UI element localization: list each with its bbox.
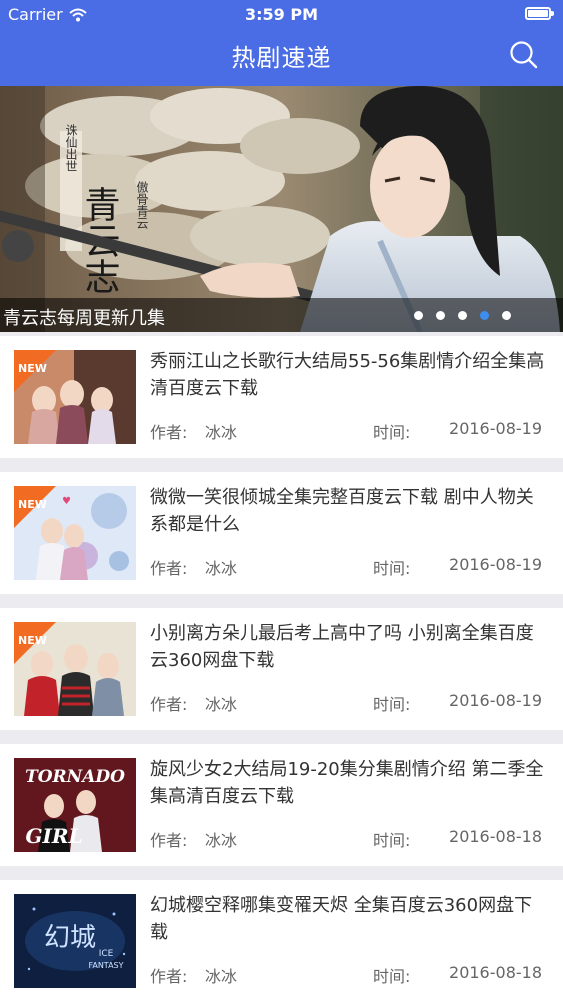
author-label: 作者: [150,695,188,714]
carousel-dot-active[interactable] [480,311,489,320]
new-badge: NEW [18,498,47,511]
article-date: 2016-08-19 [449,419,542,438]
poster-title: 幻城 [44,923,96,953]
article-date: 2016-08-19 [449,555,542,574]
battery-icon [525,7,554,20]
banner-carousel[interactable]: 诛仙出世 青云志 傲骨青云 青云志每周更新几集 [0,86,563,332]
article-meta: 作者: 冰冰 时间: 2016-08-19 [150,691,542,714]
app-screen: Carrier 3:59 PM 热剧速递 诛仙出世 傲骨青云 青云志每周更新几集… [0,0,563,1000]
article-item[interactable]: 幻城 ICE FANTASY 幻城樱空释哪集变罹天烬 全集百度云360网盘下载 … [0,880,563,1000]
banner-caption-bar: 青云志每周更新几集 [0,298,563,332]
svg-text:♥: ♥ [62,496,71,507]
author-label: 作者: [150,967,188,986]
banner-image: 诛仙出世 青云志 傲骨青云 [0,86,563,332]
article-thumbnail: ♥ NEW [14,486,136,580]
article-item[interactable]: ♥ NEW 微微一笑很倾城全集完整百度云下载 剧中人物关系都是什么 作者: 冰冰… [0,472,563,594]
time-label: 时间: [373,559,411,578]
new-badge: NEW [18,362,47,375]
article-item[interactable]: NEW 秀丽江山之长歌行大结局55-56集剧情介绍全集高清百度云下载 作者: 冰… [0,336,563,458]
article-meta: 作者: 冰冰 时间: 2016-08-19 [150,419,542,442]
new-badge: NEW [18,634,47,647]
author-label: 作者: [150,831,188,850]
status-bar: Carrier 3:59 PM [0,0,563,30]
carousel-dot[interactable] [436,311,445,320]
article-author: 冰冰 [205,967,238,986]
article-author: 冰冰 [205,695,238,714]
article-thumbnail: NEW [14,622,136,716]
status-time: 3:59 PM [244,5,318,24]
article-item[interactable]: NEW 小别离方朵儿最后考上高中了吗 小别离全集百度云360网盘下载 作者: 冰… [0,608,563,730]
carousel-dot[interactable] [458,311,467,320]
time-label: 时间: [373,967,411,986]
carousel-dot[interactable] [414,311,423,320]
article-title: 小别离方朵儿最后考上高中了吗 小别离全集百度云360网盘下载 [150,623,534,671]
article-date: 2016-08-18 [449,963,542,982]
article-title: 微微一笑很倾城全集完整百度云下载 剧中人物关系都是什么 [150,487,534,535]
article-date: 2016-08-19 [449,691,542,710]
article-meta: 作者: 冰冰 时间: 2016-08-19 [150,555,542,578]
carousel-dot[interactable] [502,311,511,320]
carousel-dots [414,311,511,320]
header: Carrier 3:59 PM 热剧速递 [0,0,563,86]
page-title: 热剧速递 [231,44,332,72]
article-thumbnail: 幻城 ICE FANTASY [14,894,136,988]
banner-caption: 青云志每周更新几集 [3,308,165,329]
poster-text-1: 诛仙出世 [64,124,78,172]
author-label: 作者: [150,559,188,578]
search-icon[interactable] [509,40,539,70]
poster-tagline: FANTASY [88,961,123,970]
time-label: 时间: [373,423,411,442]
article-title: 幻城樱空释哪集变罹天烬 全集百度云360网盘下载 [150,895,533,943]
article-thumbnail: NEW [14,350,136,444]
article-author: 冰冰 [205,831,238,850]
article-item[interactable]: TORNADO GIRL 旋风少女2大结局19-20集分集剧情介绍 第二季全集高… [0,744,563,866]
time-label: 时间: [373,831,411,850]
poster-subtitle: GIRL [25,824,82,848]
article-thumbnail: TORNADO GIRL [14,758,136,852]
article-title: 旋风少女2大结局19-20集分集剧情介绍 第二季全集高清百度云下载 [150,759,544,807]
poster-text-3: 傲骨青云 [135,180,149,230]
article-meta: 作者: 冰冰 时间: 2016-08-18 [150,963,542,986]
article-meta: 作者: 冰冰 时间: 2016-08-18 [150,827,542,850]
author-label: 作者: [150,423,188,442]
article-title: 秀丽江山之长歌行大结局55-56集剧情介绍全集高清百度云下载 [150,351,545,399]
article-author: 冰冰 [205,423,238,442]
poster-subtitle: ICE [99,949,114,959]
article-date: 2016-08-18 [449,827,542,846]
time-label: 时间: [373,695,411,714]
article-author: 冰冰 [205,559,238,578]
poster-title: TORNADO [25,767,125,787]
